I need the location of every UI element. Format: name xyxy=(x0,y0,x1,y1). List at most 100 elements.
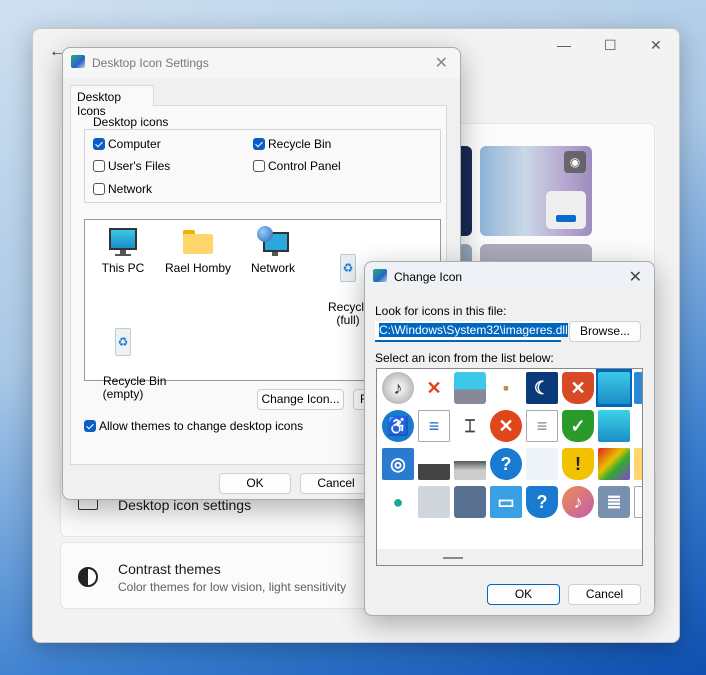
icon-grid-cell[interactable]: ≣ xyxy=(596,483,632,521)
cancel-button[interactable]: Cancel xyxy=(300,473,372,494)
icon-grid-cell[interactable] xyxy=(416,445,452,483)
tab-desktop-icons[interactable]: Desktop Icons xyxy=(70,85,154,118)
camera-icon[interactable]: ◉ xyxy=(564,151,586,173)
folder-partial-icon xyxy=(634,448,642,480)
error-icon: ✕ xyxy=(490,410,522,442)
app-icon xyxy=(71,55,85,68)
scanner-icon xyxy=(454,448,486,480)
close-icon[interactable]: ✕ xyxy=(435,53,448,73)
icon-grid-cell[interactable] xyxy=(452,483,488,521)
ok-button[interactable]: OK xyxy=(487,584,560,605)
icon-grid-cell[interactable]: ✓ xyxy=(560,407,596,445)
icon-grid-cell[interactable] xyxy=(524,445,560,483)
programs-icon xyxy=(598,448,630,480)
accessibility-icon: ♿ xyxy=(382,410,414,442)
app-icon xyxy=(373,269,387,282)
computer-checkbox[interactable]: Computer xyxy=(93,137,161,151)
document-icon: ≡ xyxy=(526,410,558,442)
icon-grid-cell[interactable] xyxy=(596,407,632,445)
change-icon-button[interactable]: Change Icon... xyxy=(257,389,344,410)
recycle-bin-checkbox[interactable]: Recycle Bin xyxy=(253,137,331,151)
display-icon xyxy=(598,410,630,442)
user-icon: ● xyxy=(392,491,404,512)
network-icon xyxy=(257,226,289,258)
icon-grid-cell[interactable]: ? xyxy=(524,483,560,521)
icon-grid-cell[interactable]: ♿ xyxy=(380,407,416,445)
tablet-icon xyxy=(454,486,486,518)
card-subtitle: Color themes for low vision, light sensi… xyxy=(118,580,347,594)
red-x-icon: ✕ xyxy=(426,377,442,398)
icon-grid-cell[interactable]: ✕ xyxy=(560,369,596,407)
list-item-network[interactable]: Network xyxy=(233,226,313,275)
file-path-input[interactable]: C:\Windows\System32\imageres.dll xyxy=(375,321,568,342)
folder-icon xyxy=(182,226,214,258)
icon-grid-cell[interactable]: ⌶ xyxy=(452,407,488,445)
dialog-title: Change Icon xyxy=(394,270,463,284)
shield-check-icon: ✓ xyxy=(562,410,594,442)
maximize-button[interactable]: ☐ xyxy=(604,37,617,54)
card-title: Contrast themes xyxy=(118,561,221,577)
icon-grid-cell[interactable] xyxy=(416,483,452,521)
cancel-button[interactable]: Cancel xyxy=(568,584,641,605)
file-label: Look for icons in this file: xyxy=(375,304,507,318)
recycle-bin-full-icon: ♻ xyxy=(332,252,364,284)
network-checkbox[interactable]: Network xyxy=(93,182,152,196)
allow-themes-checkbox[interactable]: Allow themes to change desktop icons xyxy=(84,419,303,433)
music-icon: ♪ xyxy=(562,486,594,518)
title-bar: Change Icon ✕ xyxy=(365,262,654,292)
dialog-title: Desktop Icon Settings xyxy=(92,56,209,70)
icon-grid-cell[interactable] xyxy=(596,445,632,483)
help-icon: ? xyxy=(490,448,522,480)
icon-grid-cell[interactable]: ✕ xyxy=(416,369,452,407)
icon-grid-cell[interactable] xyxy=(452,445,488,483)
theme-thumbnail[interactable]: ◉ xyxy=(480,146,592,236)
users-files-checkbox[interactable]: User's Files xyxy=(93,159,170,173)
icon-grid-cell[interactable]: ● xyxy=(380,483,416,521)
icon-grid-cell[interactable]: ✕ xyxy=(488,407,524,445)
phone-icon xyxy=(454,372,486,404)
icon-grid[interactable]: ♪✕▪☾✕♿≡⌶✕≡✓⚙◎?!●▭?♪≣ xyxy=(376,368,643,566)
browse-button[interactable]: Browse... xyxy=(569,321,641,342)
icon-grid-cell[interactable]: ▭ xyxy=(488,483,524,521)
icon-grid-cell[interactable]: ▪ xyxy=(488,369,524,407)
close-icon[interactable]: ✕ xyxy=(629,267,642,287)
projector-screen-icon xyxy=(526,448,558,480)
icon-grid-cell[interactable]: ? xyxy=(488,445,524,483)
minimize-button[interactable]: — xyxy=(557,37,571,53)
list-item-this-pc[interactable]: This PC xyxy=(83,226,163,275)
shield-warning-icon: ! xyxy=(562,448,594,480)
icon-grid-cell[interactable]: ≡ xyxy=(416,407,452,445)
icon-grid-cell[interactable] xyxy=(452,369,488,407)
control-panel-checkbox[interactable]: Control Panel xyxy=(253,159,341,173)
icon-grid-cell[interactable]: ⚙ xyxy=(632,407,643,445)
document-text-icon: ≡ xyxy=(418,410,450,442)
icon-grid-cell[interactable]: ◎ xyxy=(380,445,416,483)
horizontal-scrollbar[interactable] xyxy=(377,549,642,565)
icon-grid-cell[interactable] xyxy=(596,369,632,407)
list-item-user-folder[interactable]: Rael Homby xyxy=(158,226,238,275)
list-item-recycle-bin-empty[interactable]: ♻ Recycle Bin (empty) xyxy=(83,300,166,401)
drive-icon xyxy=(418,448,450,480)
news-icon: ≣ xyxy=(598,486,630,518)
icon-grid-cell[interactable]: ♪ xyxy=(560,483,596,521)
change-icon-dialog: Change Icon ✕ Look for icons in this fil… xyxy=(364,261,655,616)
monitor-icon xyxy=(107,226,139,258)
ok-button[interactable]: OK xyxy=(219,473,291,494)
cd-music-icon: ♪ xyxy=(382,372,414,404)
recycle-bin-empty-icon: ♻ xyxy=(107,326,139,358)
icon-grid-cell[interactable]: ! xyxy=(560,445,596,483)
icon-grid-cell[interactable] xyxy=(632,445,642,483)
panel-icon xyxy=(418,486,450,518)
group-label: Desktop icons xyxy=(91,115,171,129)
shield-x-icon: ✕ xyxy=(562,372,594,404)
icon-grid-cell[interactable] xyxy=(632,369,642,407)
icon-grid-cell[interactable]: ♪ xyxy=(380,369,416,407)
icon-grid-cell[interactable]: ≡ xyxy=(524,407,560,445)
close-button[interactable]: ✕ xyxy=(650,37,662,54)
title-bar: Desktop Icon Settings ✕ xyxy=(63,48,460,78)
text-cursor-icon: ⌶ xyxy=(464,415,476,436)
list-label: Select an icon from the list below: xyxy=(375,351,554,365)
icon-grid-cell[interactable] xyxy=(632,483,642,521)
icon-grid-cell[interactable]: ☾ xyxy=(524,369,560,407)
shield-help-icon: ? xyxy=(526,486,558,518)
